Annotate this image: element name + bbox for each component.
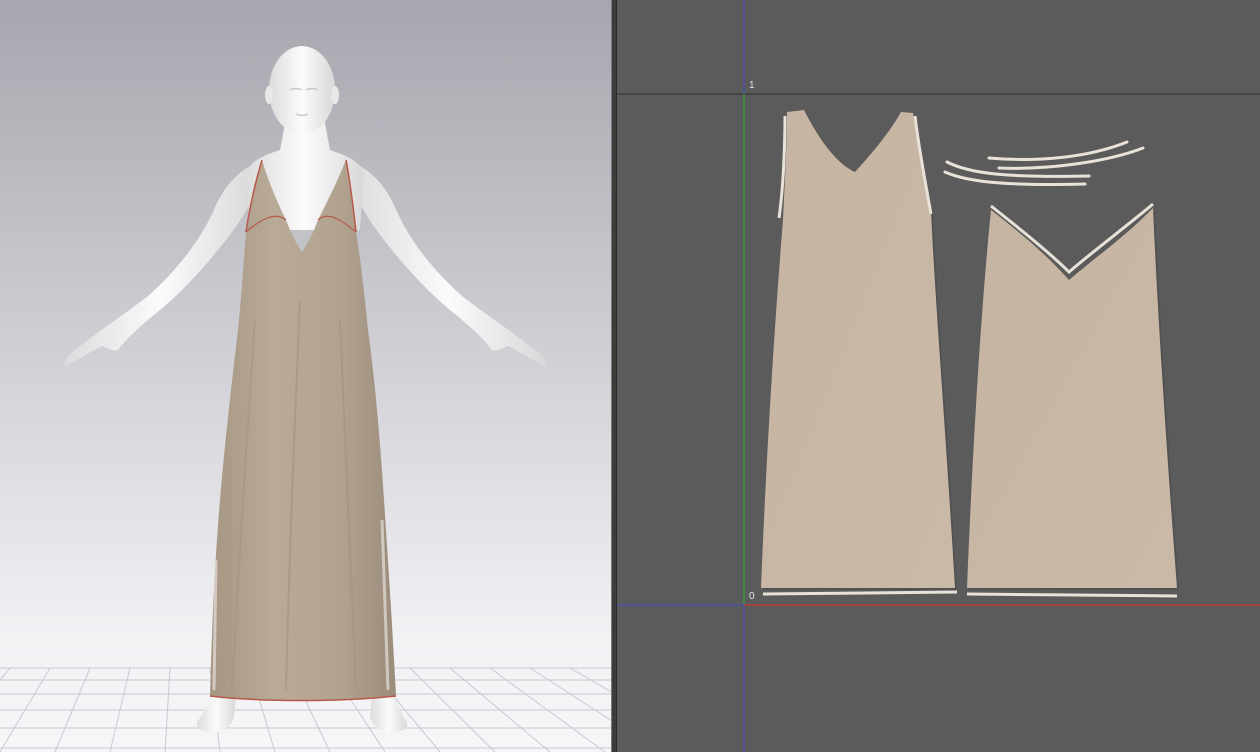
3d-viewport[interactable] [0,0,611,752]
2d-pattern-viewport[interactable]: 1 0 [617,0,1260,752]
pattern-canvas[interactable] [617,0,1260,752]
3d-scene[interactable] [0,0,611,752]
origin-marker-label: 0 [749,591,755,602]
top-marker-label: 1 [749,80,755,91]
